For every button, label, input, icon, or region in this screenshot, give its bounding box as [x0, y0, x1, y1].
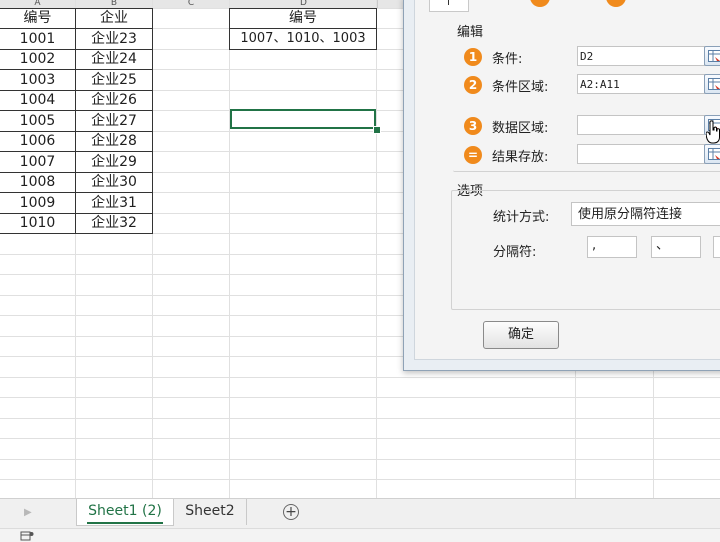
active-cell-selection[interactable]: [230, 109, 376, 129]
table-border: [152, 8, 153, 234]
gridline: [0, 397, 720, 398]
condition-input[interactable]: D2: [577, 46, 705, 66]
result-location-label: 结果存放:: [492, 146, 548, 165]
table-cell-id[interactable]: 1002: [0, 49, 75, 69]
table-cell-company[interactable]: 企业31: [76, 193, 152, 213]
data-range-input[interactable]: [577, 115, 705, 135]
combine-dialog: 编辑 1 条件: D2 2 条件区域: A2:A11: [403, 0, 720, 371]
range-select-icon: [708, 78, 720, 90]
condition-range-label: 条件区域:: [492, 76, 548, 95]
result-location-range-button[interactable]: [704, 144, 720, 164]
cell-d1[interactable]: 编号: [230, 8, 376, 28]
table-cell-id[interactable]: 1005: [0, 111, 75, 131]
table-cell-company[interactable]: 企业29: [76, 152, 152, 172]
range-select-icon: [708, 50, 720, 62]
table-cell-company[interactable]: 企业24: [76, 49, 152, 69]
sheet-tab-sheet1-2[interactable]: Sheet1 (2): [76, 499, 174, 526]
table-cell-id[interactable]: 1001: [0, 29, 75, 49]
step-tab-1[interactable]: [429, 0, 469, 12]
column-header-d-label: D: [300, 0, 307, 8]
separator-input-1[interactable]: ,: [587, 236, 637, 258]
gridline: [0, 459, 720, 460]
condition-range-input[interactable]: A2:A11: [577, 74, 705, 94]
step-2-icon: 2: [464, 76, 482, 94]
equals-icon: =: [464, 146, 482, 164]
gridline: [0, 418, 720, 419]
step-2-icon[interactable]: [530, 0, 550, 7]
column-header-a-label: A: [34, 0, 40, 8]
stat-method-label: 统计方式:: [493, 206, 549, 225]
table-border: [376, 8, 377, 50]
gridline: [376, 0, 377, 498]
gridline: [229, 0, 230, 498]
separator-label: 分隔符:: [493, 241, 536, 260]
gridline: [0, 479, 720, 480]
dialog-body: 编辑 1 条件: D2 2 条件区域: A2:A11: [414, 0, 720, 360]
table-border: [229, 49, 377, 50]
table-cell-id[interactable]: 1007: [0, 152, 75, 172]
data-range-label: 数据区域:: [492, 117, 548, 136]
sheet-tab-sheet2[interactable]: Sheet2: [174, 499, 247, 525]
cell-b1[interactable]: 企业: [76, 8, 152, 28]
table-cell-company[interactable]: 企业32: [76, 213, 152, 233]
range-select-icon: [708, 148, 720, 160]
table-cell-company[interactable]: 企业30: [76, 172, 152, 192]
table-cell-company[interactable]: 企业28: [76, 131, 152, 151]
table-cell-id[interactable]: 1003: [0, 70, 75, 90]
table-cell-id[interactable]: 1010: [0, 213, 75, 233]
table-border: [0, 233, 153, 234]
column-header-b-label: B: [111, 0, 117, 8]
condition-range-range-button[interactable]: [704, 74, 720, 94]
mouse-pointer-icon: [706, 120, 720, 144]
gridline: [0, 377, 720, 378]
fill-handle[interactable]: [373, 126, 381, 134]
separator-input-3[interactable]: [713, 236, 720, 258]
table-cell-id[interactable]: 1006: [0, 131, 75, 151]
result-location-input[interactable]: [577, 144, 705, 164]
stat-method-select[interactable]: 使用原分隔符连接: [571, 202, 720, 226]
table-cell-company[interactable]: 企业26: [76, 90, 152, 110]
cell-d2-result[interactable]: 1007、1010、1003: [230, 29, 376, 49]
table-cell-company[interactable]: 企业25: [76, 70, 152, 90]
sheet-tab-bar: ▶ Sheet1 (2) Sheet2 +: [0, 498, 720, 529]
table-cell-company[interactable]: 企业23: [76, 29, 152, 49]
condition-range-button[interactable]: [704, 46, 720, 66]
macro-record-icon[interactable]: [20, 531, 34, 541]
condition-label: 条件:: [492, 48, 522, 67]
step-3-icon: 3: [464, 117, 482, 135]
add-sheet-button[interactable]: +: [283, 504, 299, 520]
table-cell-company[interactable]: 企业27: [76, 111, 152, 131]
table-cell-id[interactable]: 1008: [0, 172, 75, 192]
table-cell-id[interactable]: 1009: [0, 193, 75, 213]
table-cell-id[interactable]: 1004: [0, 90, 75, 110]
ok-button[interactable]: 确定: [483, 321, 559, 349]
column-header-c-label: C: [188, 0, 194, 8]
gridline: [0, 438, 720, 439]
separator-input-2[interactable]: 、: [651, 236, 701, 258]
step-1-icon: 1: [464, 48, 482, 66]
scroll-tabs-right-icon[interactable]: ▶: [24, 507, 32, 518]
cell-a1[interactable]: 编号: [0, 8, 75, 28]
step-3-icon[interactable]: [606, 0, 626, 7]
status-bar: [0, 528, 720, 542]
